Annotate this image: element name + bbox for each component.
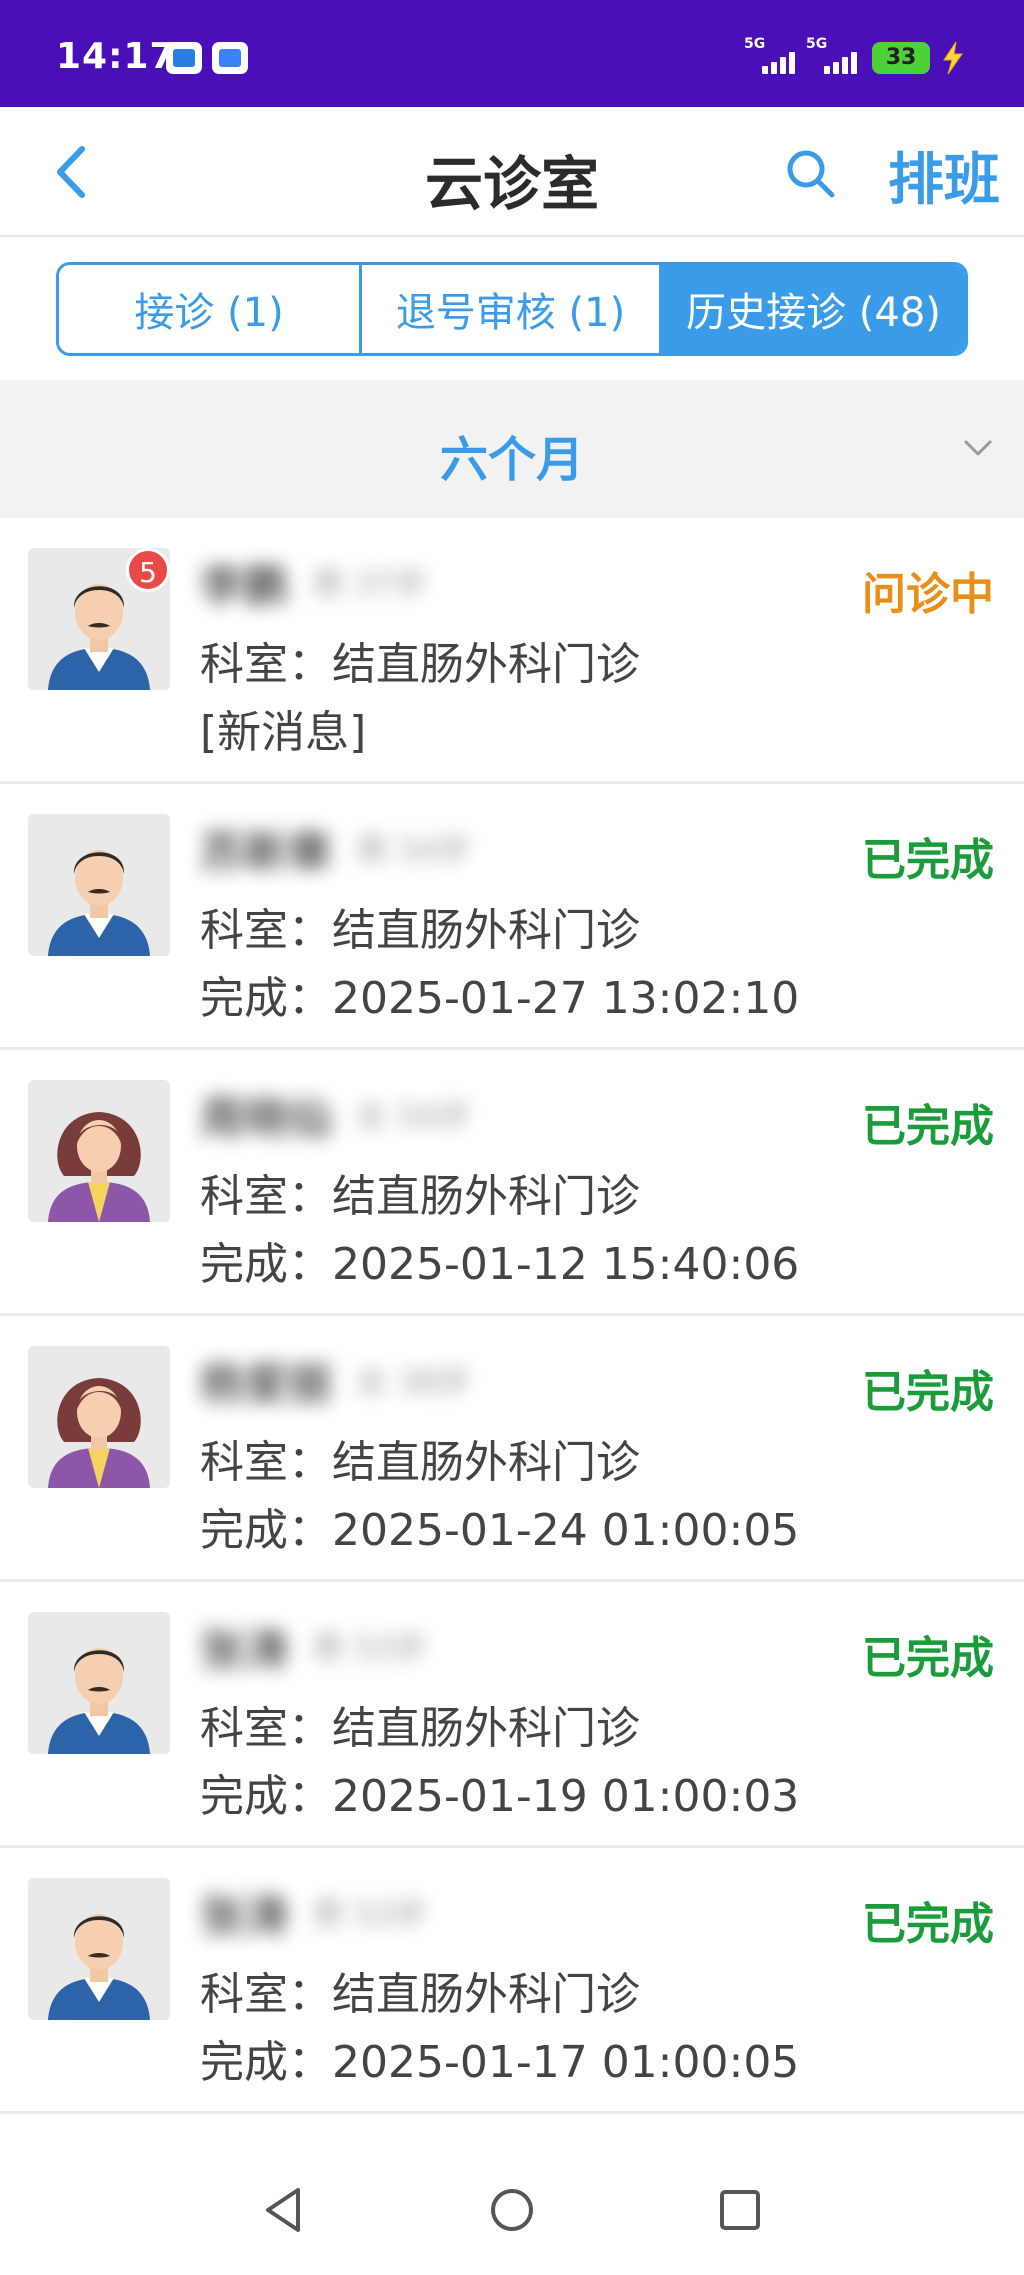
detail-line: [新消息]: [200, 707, 367, 758]
patient-name: 杨爱丽女 38岁: [200, 1350, 471, 1410]
patient-sex-age: 男 53岁: [312, 1895, 427, 1933]
department-line: 科室：结直肠外科门诊: [200, 1426, 640, 1490]
patient-list-item[interactable]: 苏新章男 54岁 已完成科室：结直肠外科门诊完成：2025-01-27 13:02…: [0, 784, 1024, 1050]
patient-list-item[interactable]: 张涛男 53岁 已完成科室：结直肠外科门诊完成：2025-01-19 01:00:…: [0, 1582, 1024, 1848]
signal-icon: 5G: [806, 36, 870, 78]
avatar: [28, 1612, 170, 1754]
patient-list-item[interactable]: 杨爱丽女 38岁 已完成科室：结直肠外科门诊完成：2025-01-24 01:00…: [0, 1316, 1024, 1582]
detail-line: 完成：2025-01-19 01:00:03: [200, 1771, 800, 1822]
department-line: 科室：结直肠外科门诊: [200, 628, 640, 692]
tab-refund-review[interactable]: 退号审核 (1): [359, 265, 660, 353]
department-value: 结直肠外科门诊: [332, 1703, 640, 1754]
search-icon[interactable]: [782, 145, 838, 201]
department-label: 科室：: [200, 1437, 332, 1488]
battery-icon: 33: [872, 42, 930, 74]
status-label: 已完成: [862, 1367, 994, 1418]
department-value: 结直肠外科门诊: [332, 905, 640, 956]
department-value: 结直肠外科门诊: [332, 639, 640, 690]
charging-icon: [943, 41, 963, 75]
tab-history[interactable]: 历史接诊 (48): [659, 265, 965, 353]
header: 云诊室 排班: [0, 107, 1024, 237]
patient-name: 张涛男 53岁: [200, 1882, 427, 1942]
unread-badge: 5: [126, 548, 170, 592]
patient-name: 苏新章男 54岁: [200, 818, 471, 878]
department-line: 科室：结直肠外科门诊: [200, 1692, 640, 1756]
detail-line: 完成：2025-01-24 01:00:05: [200, 1505, 800, 1556]
patient-list-item[interactable]: 张涛男 53岁 已完成科室：结直肠外科门诊完成：2025-01-17 01:00:…: [0, 1848, 1024, 2114]
patient-sex-age: 男 53岁: [312, 1629, 427, 1667]
patient-sex-age: 女 38岁: [356, 1363, 471, 1401]
tab-reception[interactable]: 接诊 (1): [59, 265, 359, 353]
patient-sex-age: 男 54岁: [356, 831, 471, 869]
patient-sex-age: 女 54岁: [356, 1097, 471, 1135]
department-label: 科室：: [200, 639, 332, 690]
status-label: 问诊中: [862, 569, 994, 620]
avatar: [28, 1080, 170, 1222]
patient-name-text: 苏新章: [200, 827, 332, 878]
avatar: [28, 1346, 170, 1488]
department-value: 结直肠外科门诊: [332, 1437, 640, 1488]
department-value: 结直肠外科门诊: [332, 1969, 640, 2020]
chevron-down-icon: [964, 440, 992, 456]
navigation-bar: [0, 2150, 1024, 2275]
status-bar: 14:17 5G 5G 33: [0, 0, 1024, 107]
patient-list: 5 李鹏男 37岁 问诊中 科室：结直肠外科门诊 [新消息] 苏新章男 54岁 已完成 科室：…: [0, 518, 1024, 2114]
detail-line: 完成：2025-01-12 15:40:06: [200, 1239, 800, 1290]
department-line: 科室：结直肠外科门诊: [200, 1958, 640, 2022]
avatar: [28, 814, 170, 956]
detail-line: 完成：2025-01-27 13:02:10: [200, 973, 800, 1024]
patient-name: 李鹏男 37岁: [200, 552, 427, 612]
nav-recents-icon[interactable]: [710, 2180, 770, 2240]
status-label: 已完成: [862, 835, 994, 886]
tab-bar: 接诊 (1) 退号审核 (1) 历史接诊 (48): [56, 262, 968, 356]
detail-line: 完成：2025-01-17 01:00:05: [200, 2037, 800, 2088]
nav-back-icon[interactable]: [254, 2180, 314, 2240]
status-label: 已完成: [862, 1899, 994, 1950]
patient-name: 周晓仙女 54岁: [200, 1084, 471, 1144]
patient-name-text: 张涛: [200, 1891, 288, 1942]
patient-sex-age: 男 37岁: [312, 565, 427, 603]
notification-app-icon: [212, 42, 248, 74]
status-label: 已完成: [862, 1101, 994, 1152]
patient-list-item[interactable]: 5 李鹏男 37岁 问诊中科室：结直肠外科门诊 [新消息]: [0, 518, 1024, 784]
status-label: 已完成: [862, 1633, 994, 1684]
filter-label: 六个月: [439, 432, 584, 488]
notification-app-icon: [166, 42, 202, 74]
page-title: 云诊室: [424, 150, 599, 218]
department-line: 科室：结直肠外科门诊: [200, 1160, 640, 1224]
department-label: 科室：: [200, 1171, 332, 1222]
nav-home-icon[interactable]: [482, 2180, 542, 2240]
schedule-button[interactable]: 排班: [888, 135, 1000, 216]
department-label: 科室：: [200, 905, 332, 956]
department-label: 科室：: [200, 1703, 332, 1754]
signal-icon: 5G: [744, 36, 808, 78]
department-value: 结直肠外科门诊: [332, 1171, 640, 1222]
status-time: 14:17: [56, 36, 176, 77]
department-line: 科室：结直肠外科门诊: [200, 894, 640, 958]
avatar: [28, 1878, 170, 2020]
patient-name-text: 张涛: [200, 1625, 288, 1676]
patient-name-text: 李鹏: [200, 561, 288, 612]
department-label: 科室：: [200, 1969, 332, 2020]
patient-list-item[interactable]: 周晓仙女 54岁 已完成科室：结直肠外科门诊完成：2025-01-12 15:40…: [0, 1050, 1024, 1316]
time-range-filter[interactable]: 六个月: [0, 380, 1024, 518]
patient-name-text: 周晓仙: [200, 1093, 332, 1144]
patient-name-text: 杨爱丽: [200, 1359, 332, 1410]
patient-name: 张涛男 53岁: [200, 1616, 427, 1676]
